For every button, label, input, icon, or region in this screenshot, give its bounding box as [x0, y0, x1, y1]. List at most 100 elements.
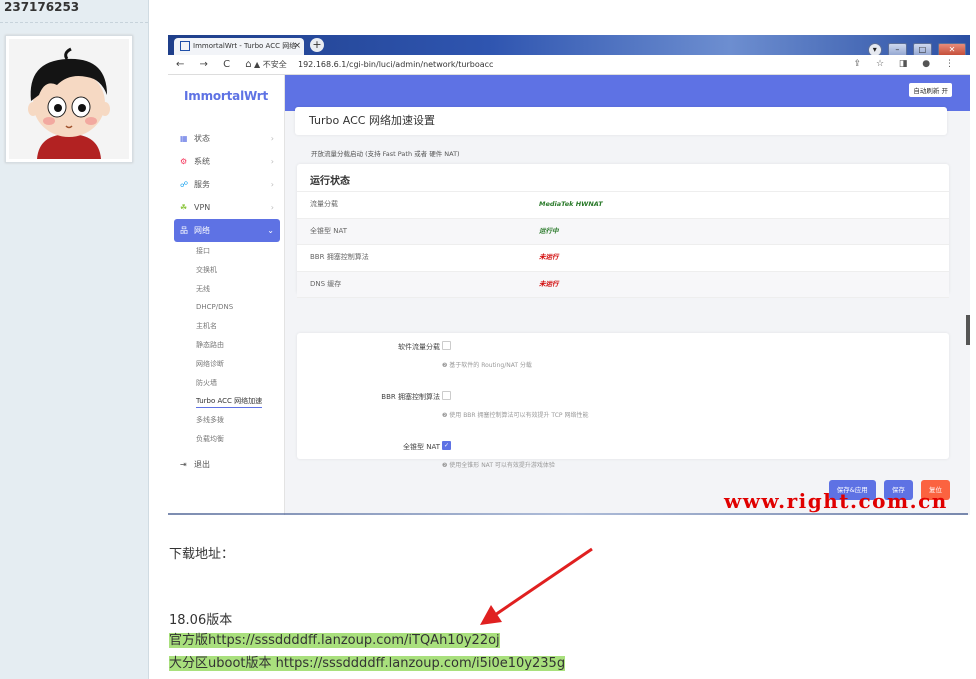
software-offload-checkbox[interactable]: [442, 341, 451, 350]
gear-icon: ⚙: [180, 157, 188, 166]
network-icon: 品: [180, 226, 188, 235]
tab-title: ImmortalWrt - Turbo ACC 网络: [193, 42, 297, 50]
submenu-load-balancing[interactable]: 负载均衡: [174, 430, 280, 449]
sidebar-menu: ▦ 状态 › ⚙ 系统 › ☍ 服务 › ☘ VPN › 品网络 ⌄ 接口 交换机 无线 DHCP…: [174, 127, 280, 476]
download-line-official: 官方版https://sssddddff.lanzoup.com/iTQAh10…: [169, 629, 500, 648]
window-controls: ▾ – □ ✕: [867, 37, 966, 57]
submenu-diagnostics[interactable]: 网络诊断: [174, 355, 280, 374]
arrow-shaft: [491, 547, 593, 619]
dashboard-icon: ▦: [180, 134, 188, 143]
submenu-turbo-acc-label: Turbo ACC 网络加速: [196, 397, 263, 409]
submenu-switch[interactable]: 交换机: [174, 261, 280, 280]
option-label: BBR 拥塞控制算法: [381, 393, 440, 401]
status-row: BBR 拥塞控制算法 未运行: [297, 245, 949, 272]
status-key: 流量分载: [310, 200, 338, 208]
link-icon: ☍: [180, 180, 189, 189]
address-bar: ← → C ⌂ ▲ 不安全 192.168.6.1/cgi-bin/luci/a…: [168, 55, 970, 75]
status-key: DNS 缓存: [310, 279, 342, 288]
scrollbar[interactable]: [966, 315, 970, 345]
leaf-icon: ☘: [180, 203, 188, 212]
avatar[interactable]: [5, 35, 133, 163]
status-value: MediaTek HWNAT: [539, 200, 603, 208]
sidebar-item-label: VPN: [194, 203, 211, 212]
sidebar-item-label: 服务: [194, 180, 210, 189]
status-key: 全锥型 NAT: [310, 226, 347, 235]
option-help: ❷ 使用 BBR 拥塞控制算法可以有效提升 TCP 网络性能: [442, 412, 589, 419]
image-bottom-edge: [168, 513, 968, 515]
embedded-screenshot: ImmortalWrt - Turbo ACC 网络 × + ▾ – □ ✕ ←…: [168, 35, 970, 515]
page-title: Turbo ACC 网络加速设置: [295, 107, 947, 135]
sidebar-item-status[interactable]: ▦ 状态 ›: [174, 127, 280, 150]
header-bar: 自动刷新 开: [285, 75, 970, 111]
status-value: 未运行: [539, 253, 559, 261]
chevron-right-icon: ›: [270, 134, 274, 143]
page-description: 开放流量分载启动 (支持 Fast Path 或者 硬件 NAT): [311, 150, 460, 158]
status-card: 运行状态 流量分载 MediaTek HWNAT 全锥型 NAT 运行中 BBR 拥…: [297, 164, 949, 298]
chevron-right-icon: ›: [270, 180, 274, 189]
official-prefix: 官方版: [169, 633, 209, 648]
status-row: DNS 缓存 未运行: [297, 271, 949, 298]
option-label: 全锥型 NAT: [403, 443, 440, 451]
logout-icon: ⇥: [180, 459, 187, 469]
sidebar-item-system[interactable]: ⚙ 系统 ›: [174, 150, 280, 173]
status-row: 流量分载 MediaTek HWNAT: [297, 192, 949, 219]
sidebar-item-network[interactable]: 品网络 ⌄: [174, 219, 280, 242]
chevron-down-icon: ⌄: [267, 226, 274, 235]
download-line-uboot: 大分区uboot版本 https://sssddddff.lanzoup.com…: [169, 652, 566, 671]
sidebar-item-label: 状态: [194, 134, 210, 143]
sidebar-item-label: 系统: [194, 157, 210, 166]
divider: [0, 22, 148, 23]
sidebar-item-label: 网络: [194, 226, 210, 235]
version-label: 18.06版本: [169, 613, 233, 628]
browser-tab-bar: ImmortalWrt - Turbo ACC 网络 × + ▾ – □ ✕: [168, 35, 970, 57]
status-value: 未运行: [539, 279, 559, 288]
sidebar-item-vpn[interactable]: ☘ VPN ›: [174, 196, 280, 219]
status-title: 运行状态: [297, 164, 949, 192]
submenu-dhcp-dns[interactable]: DHCP/DNS: [174, 298, 280, 317]
toolbar-icons[interactable]: ⇪ ☆ ◨ ● ⋮: [854, 55, 960, 74]
submenu-firewall[interactable]: 防火墙: [174, 374, 280, 393]
submenu-interfaces[interactable]: 接口: [174, 242, 280, 261]
user-panel: 237176253: [0, 0, 149, 679]
sidebar-item-services[interactable]: ☍ 服务 ›: [174, 173, 280, 196]
browser-tab[interactable]: ImmortalWrt - Turbo ACC 网络 ×: [174, 38, 304, 55]
sidebar-item-label: 退出: [194, 459, 210, 469]
option-row: BBR 拥塞控制算法 ❷ 使用 BBR 拥塞控制算法可以有效提升 TCP 网络性…: [297, 383, 949, 433]
uboot-prefix: 大分区uboot版本: [169, 656, 276, 671]
brand-logo[interactable]: ImmortalWrt: [184, 89, 268, 103]
submenu-hostnames[interactable]: 主机名: [174, 317, 280, 336]
sidebar-item-logout[interactable]: ⇥ 退出: [174, 453, 280, 476]
status-row: 全锥型 NAT 运行中: [297, 218, 949, 245]
official-download-link[interactable]: https://sssddddff.lanzoup.com/iTQAh10y22…: [208, 633, 500, 648]
favicon-icon: [180, 41, 190, 51]
sidebar: ImmortalWrt ▦ 状态 › ⚙ 系统 › ☍ 服务 › ☘ VPN › 品网络 ⌄ 接口…: [168, 75, 285, 515]
auto-refresh-button[interactable]: 自动刷新 开: [909, 83, 952, 97]
option-help: ❷ 基于软件的 Routing/NAT 分载: [442, 362, 532, 369]
submenu-multi-wan[interactable]: 多线多拨: [174, 411, 280, 430]
watermark: www.right.com.cn: [724, 489, 948, 513]
uboot-download-link[interactable]: https://sssddddff.lanzoup.com/i5i0e10y23…: [275, 656, 566, 671]
luci-page: ImmortalWrt ▦ 状态 › ⚙ 系统 › ☍ 服务 › ☘ VPN › 品网络 ⌄ 接口…: [168, 75, 970, 515]
security-warning[interactable]: ▲ 不安全: [254, 55, 287, 74]
submenu-wireless[interactable]: 无线: [174, 280, 280, 299]
url-input[interactable]: 192.168.6.1/cgi-bin/luci/admin/network/t…: [298, 55, 493, 74]
new-tab-button[interactable]: +: [310, 38, 324, 52]
options-card: 软件流量分载 ❷ 基于软件的 Routing/NAT 分载 BBR 拥塞控制算法…: [297, 333, 949, 469]
arrow-head-icon: [480, 605, 502, 625]
navigation-icons[interactable]: ← → C ⌂: [176, 55, 258, 74]
tab-close-icon[interactable]: ×: [293, 38, 301, 55]
status-value: 运行中: [539, 226, 559, 235]
submenu-static-routes[interactable]: 静态路由: [174, 336, 280, 355]
option-help: ❷ 使用全锥形 NAT 可以有效提升游戏体验: [442, 462, 555, 469]
fullcone-nat-checkbox[interactable]: ✓: [442, 441, 451, 450]
avatar-cartoon-image: [9, 39, 129, 159]
chevron-right-icon: ›: [270, 203, 274, 212]
status-key: BBR 拥塞控制算法: [310, 253, 369, 261]
option-label: 软件流量分载: [398, 343, 440, 351]
bbr-checkbox[interactable]: [442, 391, 451, 400]
chevron-right-icon: ›: [270, 157, 274, 166]
username[interactable]: 237176253: [4, 0, 79, 14]
download-label: 下载地址：: [169, 547, 235, 562]
submenu-turbo-acc[interactable]: Turbo ACC 网络加速: [174, 392, 280, 411]
option-row: 全锥型 NAT ✓ ❷ 使用全锥形 NAT 可以有效提升游戏体验: [297, 433, 949, 483]
